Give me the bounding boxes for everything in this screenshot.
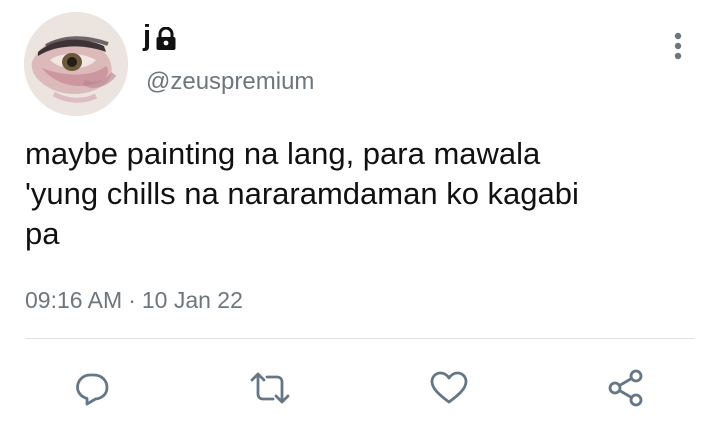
user-handle[interactable]: @zeuspremium bbox=[146, 66, 314, 98]
retweet-button[interactable] bbox=[248, 366, 292, 410]
avatar[interactable] bbox=[24, 12, 128, 116]
tweet-text: maybe painting na lang, para mawala 'yun… bbox=[25, 136, 579, 251]
divider bbox=[25, 338, 695, 339]
lock-icon bbox=[155, 24, 177, 50]
share-icon bbox=[608, 369, 643, 407]
tweet-time: 09:16 AM bbox=[25, 287, 123, 313]
display-name[interactable]: j bbox=[143, 18, 177, 54]
more-vertical-icon bbox=[674, 32, 682, 60]
tweet-timestamp[interactable]: 09:16 AM · 10 Jan 22 bbox=[25, 284, 243, 316]
reply-button[interactable] bbox=[70, 366, 114, 410]
retweet-icon bbox=[250, 372, 290, 404]
display-name-text: j bbox=[143, 20, 152, 52]
reply-icon bbox=[76, 373, 109, 406]
tweet-date: 10 Jan 22 bbox=[141, 287, 243, 313]
heart-icon bbox=[430, 371, 468, 404]
meta-separator: · bbox=[128, 287, 136, 313]
share-button[interactable] bbox=[604, 366, 648, 410]
more-options-button[interactable] bbox=[664, 28, 692, 64]
like-button[interactable] bbox=[427, 366, 471, 410]
